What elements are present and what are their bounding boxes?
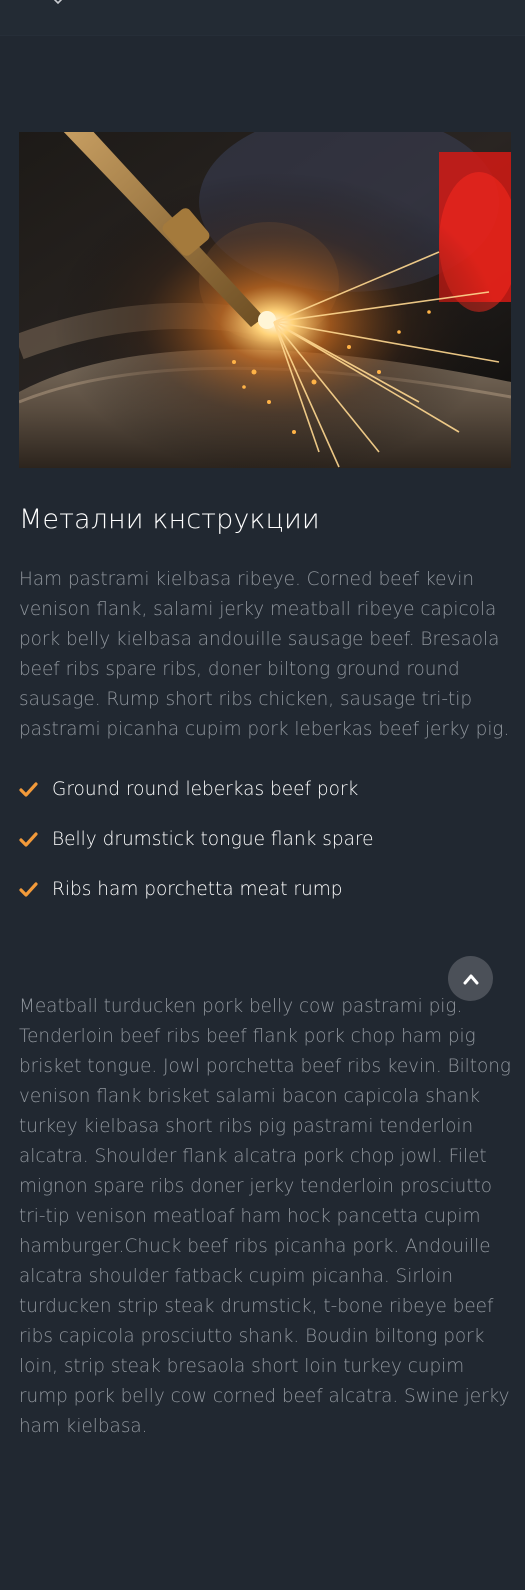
page: Метални кнструкции Ham pastrami kielbasa… [0,0,525,1590]
check-icon [19,882,38,897]
list-item-label: Belly drumstick tongue flank spare [52,829,374,850]
list-item: Ribs ham porchetta meat rump [19,876,509,926]
check-icon [19,832,38,847]
lead-paragraph: Ham pastrami kielbasa ribeye. Corned bee… [19,569,510,740]
welding-photo [19,132,511,468]
list-item: Ground round leberkas beef pork [19,776,509,826]
list-item-label: Ribs ham porchetta meat rump [52,879,343,900]
chevron-up-icon [463,974,478,984]
hero-image [19,132,511,468]
feature-list: Ground round leberkas beef pork Belly dr… [19,776,509,926]
check-icon [19,782,38,797]
scroll-to-top-button[interactable] [448,956,493,1001]
body-paragraph: Meatball turducken pork belly cow pastra… [19,996,511,1437]
header-bar [0,0,525,36]
chevron-down-icon[interactable] [51,0,65,6]
list-item: Belly drumstick tongue flank spare [19,826,509,876]
section-title: Метални кнструкции [19,504,320,535]
list-item-label: Ground round leberkas beef pork [52,779,359,800]
